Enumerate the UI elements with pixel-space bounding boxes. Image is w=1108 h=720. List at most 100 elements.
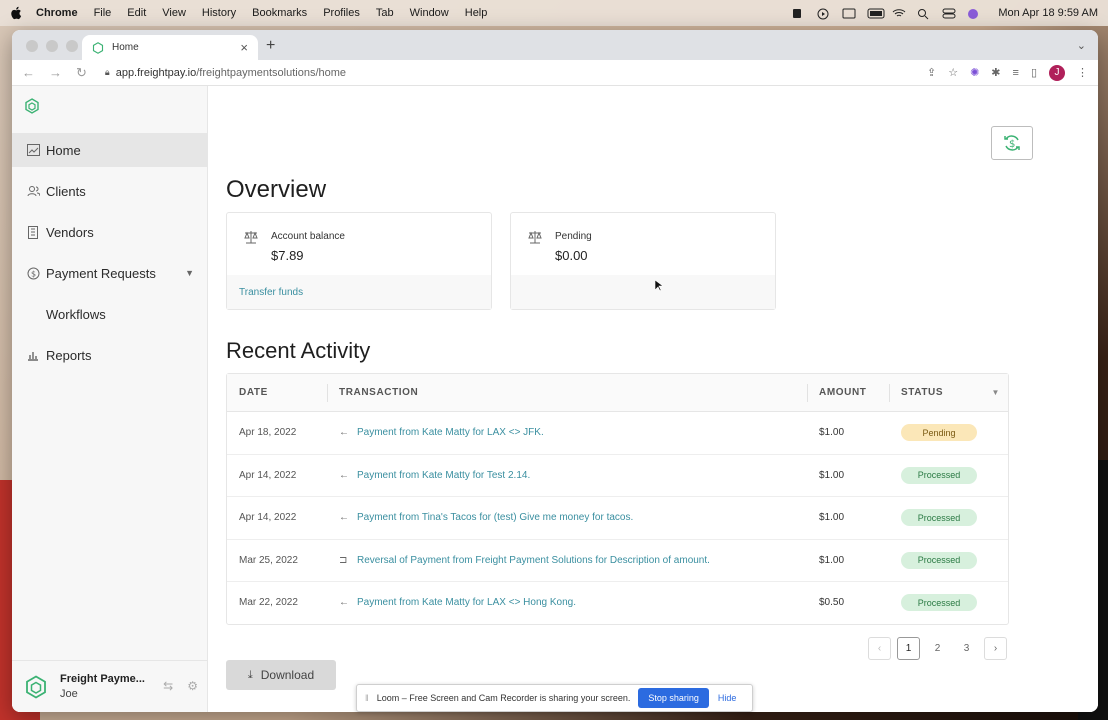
table-row[interactable]: Apr 14, 2022 ← Payment from Kate Matty f… <box>227 455 1008 497</box>
zoom-window-button[interactable] <box>66 40 78 52</box>
stop-sharing-button[interactable]: Stop sharing <box>638 688 709 708</box>
url-path: /freightpaymentsolutions/home <box>196 66 347 79</box>
apple-icon[interactable] <box>10 6 22 20</box>
battery-icon[interactable] <box>867 8 885 19</box>
menubar-clock[interactable]: Mon Apr 18 9:59 AM <box>998 7 1098 19</box>
column-status[interactable]: STATUS <box>901 387 943 398</box>
tab-title: Home <box>112 42 139 53</box>
menu-bookmarks[interactable]: Bookmarks <box>252 7 307 19</box>
wifi-icon[interactable] <box>892 8 906 19</box>
reversal-icon: ⊐ <box>339 554 348 566</box>
download-icon: ⤓ <box>247 668 253 681</box>
account-switcher[interactable]: Freight Payme... Joe ⇆ ⚙ <box>12 660 208 712</box>
minimize-window-button[interactable] <box>46 40 58 52</box>
new-tab-icon[interactable]: + <box>266 37 275 55</box>
reload-icon[interactable]: ↻ <box>76 65 87 81</box>
status-badge: Processed <box>901 551 977 569</box>
menu-tab[interactable]: Tab <box>376 7 394 19</box>
arrow-left-icon: ← <box>339 597 349 608</box>
side-panel-icon[interactable]: ▯ <box>1031 66 1037 79</box>
sidebar: Home Clients Vendors $ Payment Requests … <box>12 86 208 712</box>
close-tab-icon[interactable]: × <box>240 41 248 54</box>
mouse-cursor-icon <box>655 280 663 292</box>
sidebar-item-reports[interactable]: Reports <box>12 338 208 372</box>
scale-icon <box>243 229 259 245</box>
sidebar-item-workflows[interactable]: Workflows <box>12 297 208 331</box>
row-transaction-link[interactable]: Payment from Tina's Tacos for (test) Giv… <box>357 512 633 523</box>
menu-window[interactable]: Window <box>410 7 449 19</box>
extension-loom-icon[interactable]: ✺ <box>970 66 979 79</box>
transfer-funds-link[interactable]: Transfer funds <box>239 287 303 298</box>
menu-history[interactable]: History <box>202 7 236 19</box>
keyboard-icon[interactable] <box>842 8 856 19</box>
table-row[interactable]: Mar 22, 2022 ← Payment from Kate Matty f… <box>227 582 1008 625</box>
page-1-button[interactable]: 1 <box>897 637 920 660</box>
page-2-button[interactable]: 2 <box>926 637 949 660</box>
tab-home[interactable]: Home × <box>82 35 258 60</box>
share-icon[interactable]: ⇪ <box>927 66 936 79</box>
table-row[interactable]: Mar 25, 2022 ⊐ Reversal of Payment from … <box>227 540 1008 582</box>
extensions-puzzle-icon[interactable]: ✱ <box>991 66 1000 79</box>
siri-icon[interactable] <box>967 8 981 19</box>
menu-profiles[interactable]: Profiles <box>323 7 360 19</box>
lock-icon[interactable]: 🔒︎ <box>105 67 110 78</box>
row-transaction-link[interactable]: Reversal of Payment from Freight Payment… <box>357 555 710 566</box>
main-content: $ Overview Account balance $7.89 Transfe… <box>226 86 1098 712</box>
drag-handle-icon[interactable]: ‖ <box>365 693 369 703</box>
table-row[interactable]: Apr 14, 2022 ← Payment from Tina's Tacos… <box>227 497 1008 540</box>
next-page-button[interactable]: › <box>984 637 1007 660</box>
account-balance-card: Account balance $7.89 Transfer funds <box>226 212 492 310</box>
back-icon[interactable]: ← <box>22 65 35 80</box>
chrome-menu-icon[interactable]: ⋮ <box>1077 66 1088 79</box>
reading-list-icon[interactable]: ≡ <box>1013 67 1019 79</box>
row-amount: $1.00 <box>819 469 845 481</box>
switch-arrows-icon[interactable]: ⇆ <box>163 679 173 693</box>
browser-toolbar: ← → ↻ 🔒︎ app.freightpay.io /freightpayme… <box>12 60 1098 86</box>
hide-button[interactable]: Hide <box>718 693 737 703</box>
browser-window: Home × + ⌄ ← → ↻ 🔒︎ app.freightpay.io /f… <box>12 30 1098 712</box>
address-bar[interactable]: 🔒︎ app.freightpay.io /freightpaymentsolu… <box>105 67 346 79</box>
download-button[interactable]: ⤓ Download <box>226 660 336 690</box>
chevron-down-icon[interactable]: ▼ <box>185 268 194 278</box>
row-amount: $1.00 <box>819 512 845 523</box>
control-center-icon[interactable] <box>942 8 956 19</box>
freightpay-logo-icon[interactable] <box>24 98 40 114</box>
row-transaction-link[interactable]: Payment from Kate Matty for Test 2.14. <box>357 470 530 481</box>
row-transaction-link[interactable]: Payment from Kate Matty for LAX <> JFK. <box>357 427 544 438</box>
column-date[interactable]: DATE <box>239 387 268 398</box>
forward-icon[interactable]: → <box>49 65 62 80</box>
company-logo-icon <box>24 674 48 699</box>
sidebar-item-label: Reports <box>46 347 92 363</box>
column-transaction[interactable]: TRANSACTION <box>339 387 418 398</box>
sidebar-item-payment-requests[interactable]: $ Payment Requests ▼ <box>12 256 208 290</box>
balance-label: Account balance <box>271 231 345 242</box>
search-icon[interactable] <box>917 8 931 19</box>
scale-icon <box>527 229 543 245</box>
close-window-button[interactable] <box>26 40 38 52</box>
play-circle-icon[interactable] <box>817 8 831 19</box>
sidebar-item-clients[interactable]: Clients <box>12 174 208 208</box>
menu-file[interactable]: File <box>94 7 112 19</box>
filter-icon[interactable]: ▼ <box>991 388 1000 397</box>
menu-help[interactable]: Help <box>465 7 488 19</box>
status-app-icon[interactable] <box>792 8 806 19</box>
sidebar-item-vendors[interactable]: Vendors <box>12 215 208 249</box>
bookmark-star-icon[interactable]: ☆ <box>948 66 958 79</box>
dollar-sync-button[interactable]: $ <box>991 126 1033 160</box>
tab-search-chevron-icon[interactable]: ⌄ <box>1077 39 1086 52</box>
page-3-button[interactable]: 3 <box>955 637 978 660</box>
status-badge: Processed <box>901 594 977 611</box>
sidebar-item-home[interactable]: Home <box>12 133 208 167</box>
column-amount[interactable]: AMOUNT <box>819 387 866 398</box>
column-divider <box>807 384 808 402</box>
loom-message: Loom – Free Screen and Cam Recorder is s… <box>376 693 631 703</box>
prev-page-button[interactable]: ‹ <box>868 637 891 660</box>
row-transaction-link[interactable]: Payment from Kate Matty for LAX <> Hong … <box>357 597 576 608</box>
menu-edit[interactable]: Edit <box>127 7 146 19</box>
menu-view[interactable]: View <box>162 7 186 19</box>
gear-icon[interactable]: ⚙ <box>187 679 198 693</box>
row-amount: $0.50 <box>819 597 845 608</box>
profile-avatar[interactable]: J <box>1049 64 1065 81</box>
table-row[interactable]: Apr 18, 2022 ← Payment from Kate Matty f… <box>227 412 1008 455</box>
menu-app-name[interactable]: Chrome <box>36 7 78 19</box>
